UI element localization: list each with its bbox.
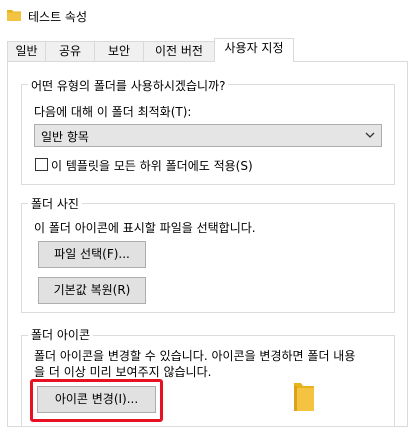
folder-icon-legend: 폴더 아이콘	[28, 326, 94, 343]
window-title: 테스트 속성	[28, 10, 88, 24]
tab-customize[interactable]: 사용자 지정	[214, 38, 294, 62]
apply-template-checkbox[interactable]	[35, 158, 48, 171]
optimize-label: 다음에 대해 이 폴더 최적화(T):	[34, 105, 192, 119]
title-bar: 테스트 속성	[0, 0, 415, 32]
folder-icon	[7, 10, 21, 21]
choose-file-button[interactable]: 파일 선택(F)...	[38, 241, 146, 268]
folder-picture-legend: 폴더 사진	[28, 195, 82, 212]
optimize-select[interactable]: 일반 항목	[34, 124, 382, 147]
tab-previous-versions[interactable]: 이전 버전	[143, 41, 215, 61]
tab-general[interactable]: 일반	[7, 41, 46, 61]
apply-template-label: 이 템플릿을 모든 하위 폴더에도 적용(S)	[51, 159, 253, 173]
folder-type-legend: 어떤 유형의 폴더를 사용하시겠습니까?	[28, 77, 229, 94]
optimize-select-value: 일반 항목	[41, 130, 89, 144]
chevron-down-icon	[365, 132, 375, 138]
tab-security[interactable]: 보안	[94, 41, 144, 61]
restore-default-button[interactable]: 기본값 복원(R)	[38, 277, 146, 304]
folder-icon-description-1: 폴더 아이콘을 변경할 수 있습니다. 아이콘을 변경하면 폴더 내용	[34, 349, 356, 363]
tab-bar: 일반 공유 보안 이전 버전 사용자 지정	[0, 38, 415, 62]
folder-preview-icon	[294, 383, 314, 411]
folder-icon-description-2: 을 더 이상 미리 보여주지 않습니다.	[34, 365, 212, 379]
tab-sharing[interactable]: 공유	[45, 41, 95, 61]
folder-picture-description: 이 폴더 아이콘에 표시할 파일을 선택합니다.	[34, 221, 256, 235]
change-icon-highlight	[30, 379, 163, 422]
